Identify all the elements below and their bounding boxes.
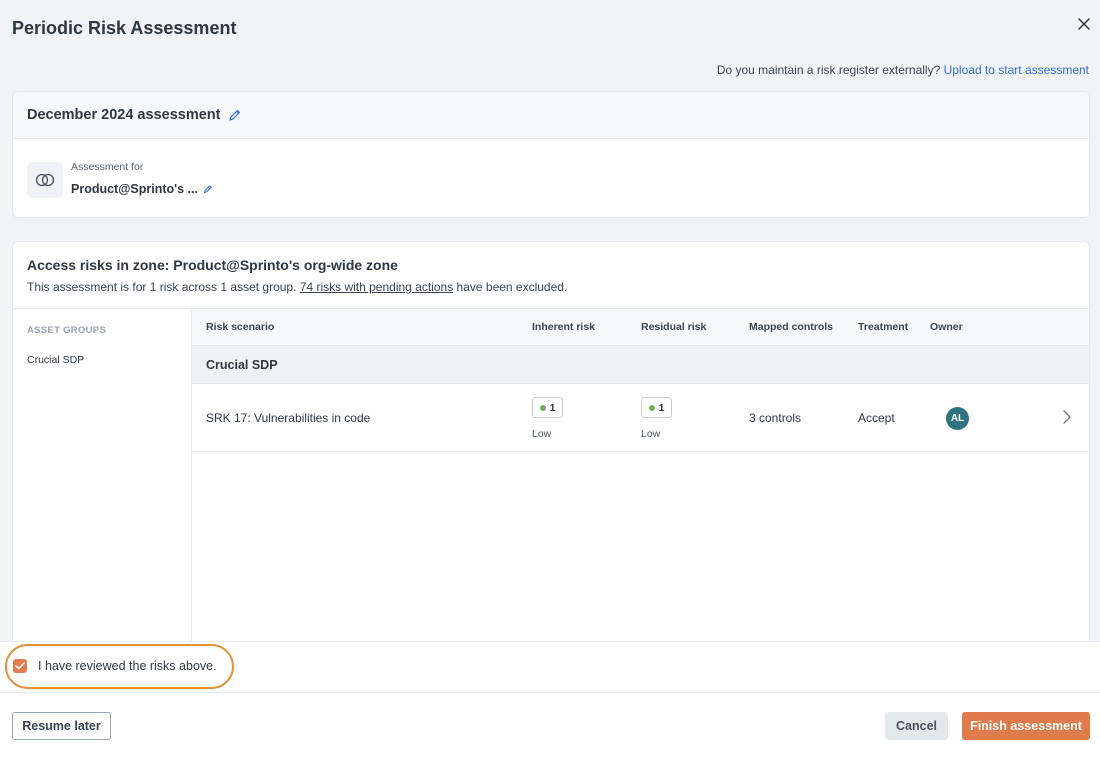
- risk-table: Risk scenario Inherent risk Residual ris…: [192, 308, 1089, 661]
- residual-risk-badge: 1: [641, 397, 672, 418]
- residual-risk-value: 1: [658, 401, 665, 414]
- zone-subtitle-prefix: This assessment is for 1 risk across 1 a…: [27, 280, 297, 294]
- assessment-card: December 2024 assessment Assessment for …: [12, 91, 1090, 218]
- mapped-controls: 3 controls: [749, 411, 802, 425]
- asset-groups-sidebar: ASSET GROUPS Crucial SDP: [13, 308, 192, 661]
- inherent-risk-value: 1: [549, 401, 556, 414]
- assessment-name: December 2024 assessment: [27, 107, 221, 123]
- modal-title: Periodic Risk Assessment: [12, 18, 237, 38]
- col-residual-risk: Residual risk: [641, 321, 707, 333]
- col-mapped-controls: Mapped controls: [749, 321, 834, 333]
- zone-subtitle-suffix: have been excluded.: [453, 280, 568, 294]
- inherent-risk-badge: 1: [532, 397, 563, 418]
- group-row: Crucial SDP: [192, 346, 1089, 384]
- close-icon[interactable]: [1074, 14, 1094, 34]
- review-confirmation-bar: I have reviewed the risks above.: [0, 641, 1100, 693]
- zone-subtitle: This assessment is for 1 risk across 1 a…: [27, 280, 567, 294]
- col-treatment: Treatment: [858, 321, 909, 333]
- cancel-button[interactable]: Cancel: [885, 712, 948, 740]
- review-checkbox[interactable]: [13, 659, 27, 673]
- review-checkbox-label[interactable]: I have reviewed the risks above.: [38, 659, 217, 673]
- risks-card: Access risks in zone: Product@Sprinto's …: [12, 241, 1090, 661]
- upload-link[interactable]: Upload to start assessment: [944, 63, 1089, 77]
- pending-actions-link[interactable]: 74 risks with pending actions: [300, 280, 453, 294]
- assessment-for: Assessment for Product@Sprinto's ...: [27, 161, 213, 198]
- owner-avatar: AL: [946, 407, 969, 430]
- inherent-risk-label: Low: [532, 428, 552, 440]
- table-header: Risk scenario Inherent risk Residual ris…: [192, 309, 1089, 346]
- col-inherent-risk: Inherent risk: [532, 321, 596, 333]
- footer-actions: Resume later Cancel Finish assessment: [0, 693, 1100, 759]
- chevron-right-icon[interactable]: [1063, 410, 1071, 429]
- edit-zone-pencil-icon[interactable]: [203, 184, 213, 194]
- asset-groups-header: ASSET GROUPS: [27, 325, 107, 336]
- low-risk-dot-icon: [648, 404, 655, 411]
- upload-prompt-row: Do you maintain a risk register external…: [717, 63, 1089, 77]
- zone-title: Access risks in zone: Product@Sprinto's …: [27, 257, 398, 273]
- col-owner: Owner: [930, 321, 963, 333]
- col-risk-scenario: Risk scenario: [206, 321, 275, 333]
- assessment-for-value: Product@Sprinto's ...: [71, 182, 198, 196]
- zone-icon: [27, 162, 63, 198]
- sidebar-item-crucial-sdp[interactable]: Crucial SDP: [27, 354, 84, 366]
- treatment: Accept: [858, 411, 895, 425]
- assessment-for-label: Assessment for: [71, 161, 144, 173]
- assessment-card-header: December 2024 assessment: [13, 92, 1089, 139]
- upload-prompt-text: Do you maintain a risk register external…: [716, 63, 941, 77]
- finish-assessment-button[interactable]: Finish assessment: [962, 712, 1090, 740]
- low-risk-dot-icon: [539, 404, 546, 411]
- resume-later-button[interactable]: Resume later: [12, 712, 111, 740]
- edit-name-pencil-icon[interactable]: [228, 108, 242, 122]
- risk-scenario: SRK 17: Vulnerabilities in code: [206, 411, 371, 425]
- residual-risk-label: Low: [641, 428, 661, 440]
- table-row[interactable]: SRK 17: Vulnerabilities in code 1 Low 1 …: [192, 384, 1089, 452]
- group-label: Crucial SDP: [206, 358, 278, 372]
